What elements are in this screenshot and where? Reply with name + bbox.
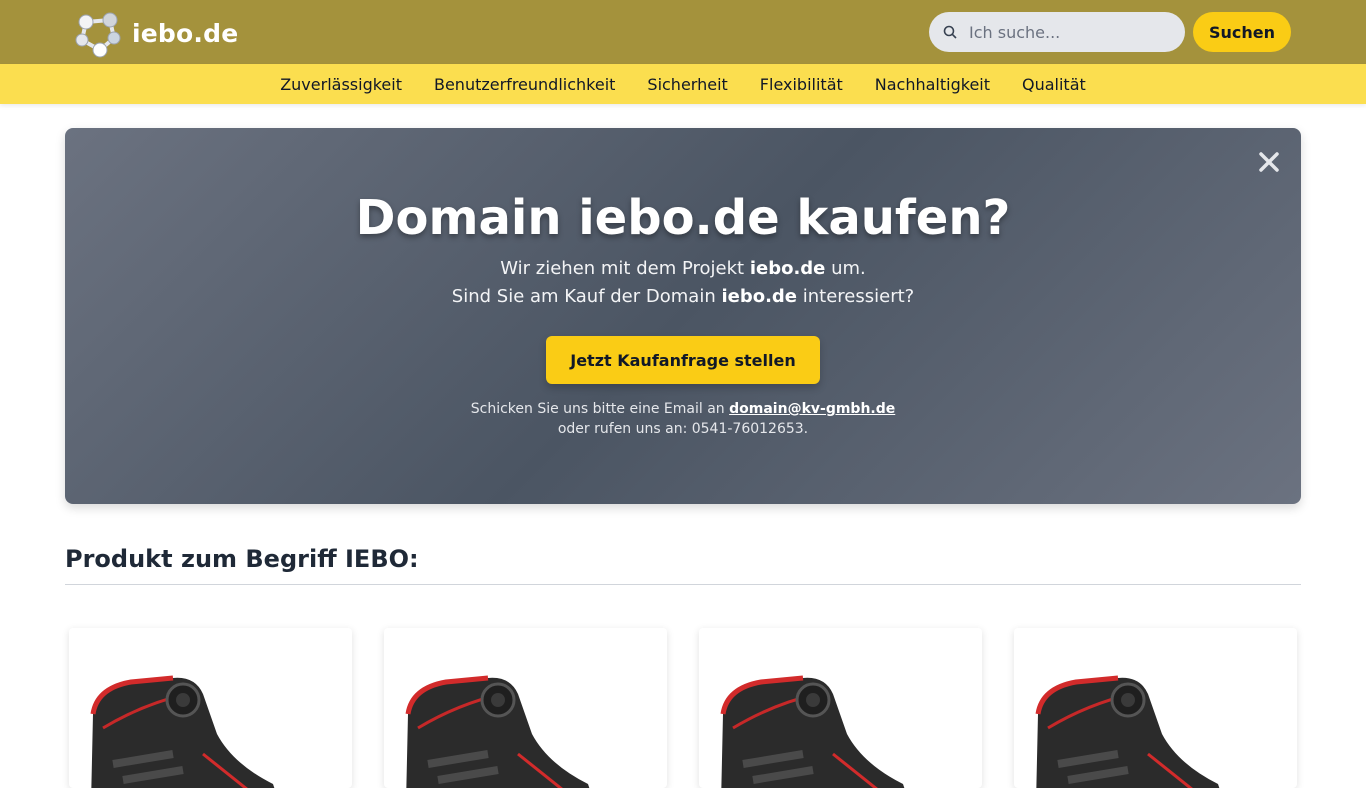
hero-text-line-2: Sind Sie am Kauf der Domain iebo.de inte… [451, 286, 915, 307]
search-box [929, 12, 1185, 52]
search-input[interactable] [969, 22, 1169, 42]
domain-offer-banner: Domain iebo.de kaufen? Wir ziehen mit de… [65, 128, 1301, 504]
contact-phone-line: oder rufen uns an: 0541-76012653. [557, 421, 809, 437]
divider [65, 584, 1301, 585]
domain-name-bold: iebo.de [721, 286, 798, 307]
nav-item-sicherheit[interactable]: Sicherheit [647, 75, 727, 94]
nav-item-zuverlaessigkeit[interactable]: Zuverlässigkeit [280, 75, 402, 94]
contact-email-line: Schicken Sie uns bitte eine Email an dom… [470, 401, 896, 417]
product-card[interactable] [69, 628, 352, 788]
product-card[interactable] [1014, 628, 1297, 788]
search-icon [941, 23, 959, 41]
purchase-request-button[interactable]: Jetzt Kaufanfrage stellen [546, 336, 820, 384]
product-card[interactable] [699, 628, 982, 788]
domain-name-bold: iebo.de [749, 258, 826, 279]
close-icon[interactable] [1255, 148, 1283, 176]
email-link[interactable]: domain@kv-gmbh.de [729, 401, 895, 417]
nav-item-benutzerfreundlichkeit[interactable]: Benutzerfreundlichkeit [434, 75, 615, 94]
search-button[interactable]: Suchen [1193, 12, 1291, 52]
nav-item-flexibilitaet[interactable]: Flexibilität [760, 75, 843, 94]
nav-item-nachhaltigkeit[interactable]: Nachhaltigkeit [875, 75, 990, 94]
hero-text-line-1: Wir ziehen mit dem Projekt iebo.de um. [500, 258, 866, 279]
product-card[interactable] [384, 628, 667, 788]
hero-title: Domain iebo.de kaufen? [355, 190, 1011, 246]
logo-text: iebo.de [132, 18, 239, 48]
top-header: iebo.de Suchen [0, 0, 1366, 64]
logo-molecule-icon [75, 12, 121, 58]
nav-item-qualitaet[interactable]: Qualität [1022, 75, 1086, 94]
site-logo-link[interactable]: iebo.de [74, 8, 238, 58]
category-nav: Zuverlässigkeit Benutzerfreundlichkeit S… [0, 64, 1366, 104]
section-title: Produkt zum Begriff IEBO: [65, 545, 419, 573]
